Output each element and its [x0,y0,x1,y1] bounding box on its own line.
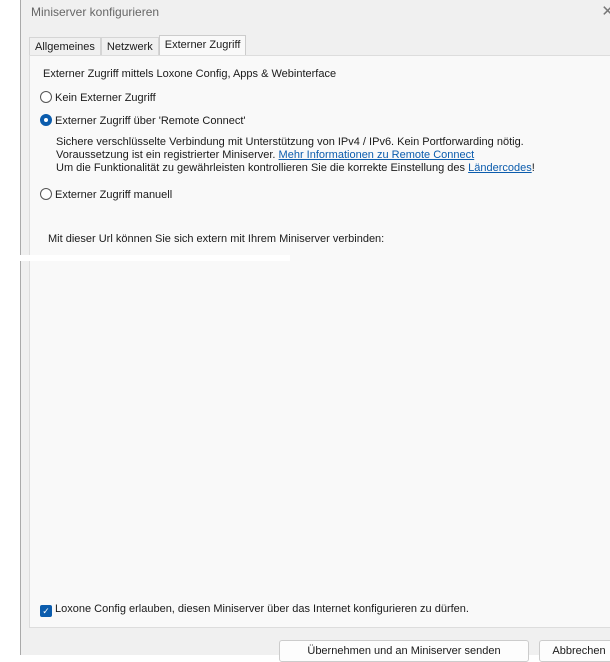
radio-label: Kein Externer Zugriff [55,92,156,104]
radio-selected-icon [40,114,52,126]
cancel-button[interactable]: Abbrechen [539,640,610,662]
info-line: Um die Funktionalität zu gewährleisten k… [56,162,469,174]
close-icon[interactable]: ✕ [601,2,610,20]
info-end: ! [531,162,535,174]
section-heading: Externer Zugriff mittels Loxone Config, … [43,68,337,80]
checkbox-checked-icon: ✓ [40,605,52,617]
window-title: Miniserver konfigurieren [31,5,160,19]
laendercodes-link[interactable]: Ländercodes [468,162,532,174]
tab-allgemeines[interactable]: Allgemeines [29,37,101,57]
dialog-window: Miniserver konfigurieren ✕ Allgemeines N… [20,0,610,662]
info-line: Voraussetzung ist ein registrierter Mini… [56,149,279,161]
radio-remote-connect[interactable]: Externer Zugriff über 'Remote Connect' [40,114,245,127]
allow-config-checkbox[interactable]: ✓ Loxone Config erlauben, diesen Miniserv… [40,603,469,617]
radio-icon [40,188,52,200]
radio-kein-zugriff[interactable]: Kein Externer Zugriff [40,91,156,104]
tab-panel: Externer Zugriff mittels Loxone Config, … [29,55,610,628]
radio-label: Externer Zugriff über 'Remote Connect' [55,115,246,127]
apply-button[interactable]: Übernehmen und an Miniserver senden [279,640,529,662]
info-line: Sichere verschlüsselte Verbindung mit Un… [56,136,524,148]
radio-manuell[interactable]: Externer Zugriff manuell [40,188,172,201]
url-label: Mit dieser Url können Sie sich extern mi… [48,233,385,245]
remote-connect-info: Sichere verschlüsselte Verbindung mit Un… [56,136,535,175]
checkbox-label: Loxone Config erlauben, diesen Miniserve… [55,603,469,615]
tab-externer-zugriff[interactable]: Externer Zugriff [158,35,247,57]
tab-bar: Allgemeines Netzwerk Externer Zugriff [29,35,247,57]
radio-icon [40,91,52,103]
redacted-url [0,255,290,261]
remote-connect-link[interactable]: Mehr Informationen zu Remote Connect [279,149,475,161]
radio-label: Externer Zugriff manuell [55,189,173,201]
tab-netzwerk[interactable]: Netzwerk [100,37,159,57]
